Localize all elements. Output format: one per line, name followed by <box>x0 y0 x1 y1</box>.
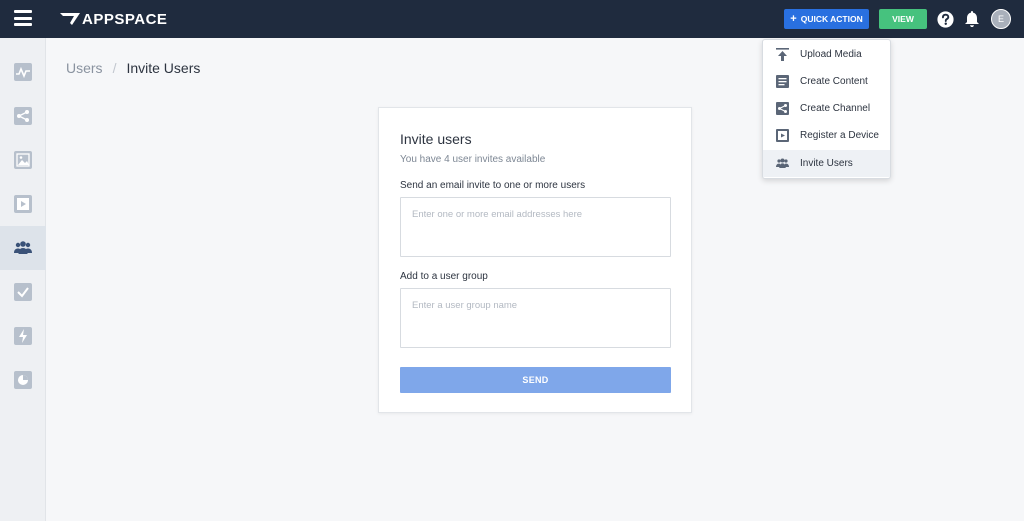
check-icon <box>14 283 32 301</box>
users-icon <box>14 241 32 254</box>
top-bar: APPSPACE + QUICK ACTION VIEW E <box>0 0 1024 38</box>
plus-icon: + <box>790 12 797 25</box>
notifications-bell-icon[interactable] <box>964 10 980 28</box>
activity-icon <box>14 63 32 81</box>
breadcrumb-separator: / <box>112 60 117 76</box>
sidebar-item-dashboard[interactable] <box>0 50 46 94</box>
image-icon <box>14 151 32 169</box>
menu-item-create-content[interactable]: Create Content <box>763 68 890 95</box>
users-icon <box>776 158 789 168</box>
quick-action-button[interactable]: + QUICK ACTION <box>784 9 869 29</box>
user-group-input[interactable]: Enter a user group name <box>400 288 671 348</box>
sidebar-item-tasks[interactable] <box>0 270 46 314</box>
upload-icon <box>776 48 789 61</box>
quick-action-label: QUICK ACTION <box>800 14 863 24</box>
user-avatar[interactable]: E <box>991 9 1011 29</box>
menu-item-register-device[interactable]: Register a Device <box>763 122 890 149</box>
share-icon <box>14 107 32 125</box>
menu-item-invite-users[interactable]: Invite Users <box>763 150 890 177</box>
sidebar-item-reports[interactable] <box>0 358 46 402</box>
menu-item-label: Invite Users <box>800 158 853 169</box>
group-field-label: Add to a user group <box>400 271 488 282</box>
bolt-icon <box>14 327 32 345</box>
sidebar-item-media[interactable] <box>0 138 46 182</box>
sidebar <box>0 38 46 521</box>
email-field-label: Send an email invite to one or more user… <box>400 180 586 191</box>
menu-item-upload-media[interactable]: Upload Media <box>763 41 890 68</box>
share-icon <box>776 102 789 115</box>
logo[interactable]: APPSPACE <box>60 10 168 28</box>
quick-action-menu: Upload Media Create Content Create Chann… <box>762 39 891 179</box>
logo-wing-icon <box>60 13 80 25</box>
menu-item-label: Upload Media <box>800 49 862 60</box>
email-placeholder: Enter one or more email addresses here <box>412 209 583 220</box>
page-title: Invite Users <box>126 60 201 76</box>
play-icon <box>14 195 32 213</box>
help-icon[interactable] <box>937 11 954 28</box>
send-button[interactable]: SEND <box>400 367 671 393</box>
invites-available-text: You have 4 user invites available <box>400 154 546 165</box>
hamburger-menu-icon[interactable] <box>14 10 32 26</box>
view-button[interactable]: VIEW <box>879 9 927 29</box>
logo-text: APPSPACE <box>82 10 168 28</box>
invite-users-card: Invite users You have 4 user invites ava… <box>378 107 692 413</box>
pie-chart-icon <box>14 371 32 389</box>
menu-item-label: Register a Device <box>800 130 879 141</box>
breadcrumb: Users / Invite Users <box>66 60 200 76</box>
group-placeholder: Enter a user group name <box>412 300 518 311</box>
device-icon <box>776 129 789 142</box>
document-icon <box>776 75 789 88</box>
card-title: Invite users <box>400 131 472 147</box>
sidebar-item-automation[interactable] <box>0 314 46 358</box>
email-addresses-input[interactable]: Enter one or more email addresses here <box>400 197 671 257</box>
menu-item-label: Create Channel <box>800 103 871 114</box>
breadcrumb-users-link[interactable]: Users <box>66 60 103 76</box>
sidebar-item-devices[interactable] <box>0 182 46 226</box>
menu-item-create-channel[interactable]: Create Channel <box>763 95 890 122</box>
sidebar-item-users[interactable] <box>0 226 46 270</box>
sidebar-item-channels[interactable] <box>0 94 46 138</box>
menu-item-label: Create Content <box>800 76 868 87</box>
